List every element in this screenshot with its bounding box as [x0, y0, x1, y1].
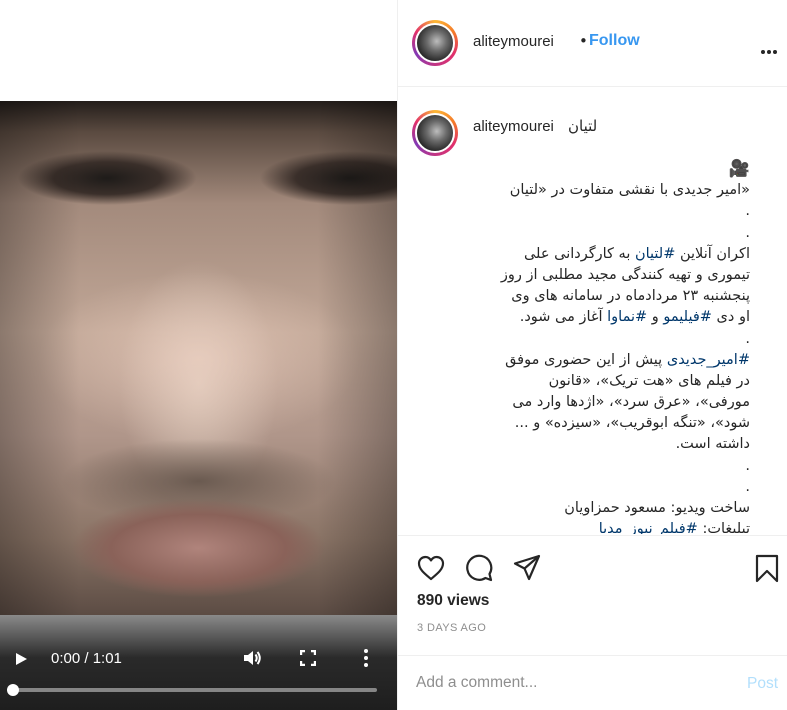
video-controls: 0:00 / 1:01	[0, 615, 397, 710]
caption-line: .	[745, 330, 750, 347]
caption-line: .	[745, 224, 750, 241]
header-separator: •	[579, 32, 588, 50]
video-progress-knob[interactable]	[7, 684, 19, 696]
caption-text-segment: پیش از این حضوری موفق	[505, 351, 667, 368]
actions-bar	[398, 535, 787, 595]
caption-text: 🎥 «امیر جدیدی با نقشی متفاوت در «لتیان.. ا…	[468, 159, 750, 534]
hashtag-link[interactable]: #فیلم_نیوز_مدیا	[599, 521, 698, 534]
caption-text-segment: او دی	[711, 309, 750, 326]
caption-line: شود»، «تنگه ابوقریب»، «سیزده» و ...	[514, 415, 750, 432]
more-vertical-icon[interactable]	[360, 648, 372, 668]
caption-line: .	[745, 457, 750, 474]
comment-input[interactable]	[416, 672, 716, 694]
caption-line: اکران آنلاین #لتیان به کارگردانی علی	[468, 244, 750, 265]
caption-title: لتیان	[568, 117, 598, 135]
caption-line: پنجشنبه ۲۳ مردادماه در سامانه های وی	[511, 288, 750, 305]
caption-text-segment: به کارگردانی علی	[523, 245, 635, 262]
video-time-display: 0:00 / 1:01	[51, 650, 122, 667]
caption-line: 🎥	[728, 159, 750, 179]
post-sidebar: aliteymourei • Follow aliteymourei لتیان…	[397, 0, 787, 710]
hashtag-link[interactable]: #نماوا	[607, 309, 647, 325]
video-progress-bar[interactable]	[7, 684, 377, 696]
share-icon[interactable]	[512, 553, 542, 583]
caption-line: #امیر_جدیدی پیش از این حضوری موفق	[468, 350, 750, 371]
avatar[interactable]	[412, 20, 458, 66]
caption-avatar[interactable]	[412, 110, 458, 156]
play-icon[interactable]	[14, 651, 28, 665]
avatar-image	[415, 23, 455, 63]
bookmark-icon[interactable]	[752, 553, 782, 583]
post-comment-button[interactable]: Post	[747, 675, 778, 693]
views-count[interactable]: 890 views	[417, 592, 489, 610]
caption-line: «امیر جدیدی با نقشی متفاوت در «لتیان	[509, 182, 750, 199]
hashtag-link[interactable]: #امیر_جدیدی	[667, 352, 750, 368]
caption-text-segment: اکران آنلاین	[675, 245, 750, 262]
caption-text-segment: آغاز می شود.	[519, 309, 608, 326]
video-frame[interactable]	[0, 101, 397, 615]
caption-line: مورفی»، «عرق سرد»، «اژدها وارد می	[512, 394, 750, 411]
caption-text-segment: و	[647, 309, 664, 326]
more-horizontal-icon[interactable]	[760, 40, 778, 54]
volume-icon[interactable]	[242, 648, 262, 668]
caption-avatar-image	[415, 113, 455, 153]
caption-line: .	[745, 478, 750, 495]
caption-line: ساخت ویدیو: مسعود حمزاویان	[564, 500, 750, 516]
caption-line: در فیلم های «هت تریک»، «قانون	[548, 372, 750, 389]
follow-button[interactable]: Follow	[589, 32, 640, 50]
caption-area: aliteymourei لتیان 🎥 «امیر جدیدی با نقشی …	[398, 88, 787, 534]
caption-line: .	[745, 203, 750, 220]
heart-icon[interactable]	[416, 553, 446, 583]
comment-icon[interactable]	[464, 553, 494, 583]
post-header: aliteymourei • Follow	[398, 0, 787, 87]
caption-username[interactable]: aliteymourei	[473, 118, 554, 135]
video-panel: 0:00 / 1:01	[0, 0, 397, 710]
fullscreen-icon[interactable]	[299, 649, 317, 667]
caption-line: او دی #فیلیمو و #نماوا آغاز می شود.	[468, 307, 750, 328]
hashtag-link[interactable]: #لتیان	[635, 246, 675, 262]
caption-line: داشته است.	[675, 436, 750, 453]
hashtag-link[interactable]: #فیلیمو	[663, 309, 712, 325]
caption-text-segment: تبلیغات:	[697, 521, 750, 534]
video-controls-row: 0:00 / 1:01	[0, 645, 397, 671]
caption-line: تیموری و تهیه کنندگی مجید مطلبی از روز	[500, 266, 750, 283]
header-username[interactable]: aliteymourei	[473, 33, 554, 50]
post-timestamp[interactable]: 3 DAYS AGO	[417, 622, 486, 634]
comment-box: Post	[398, 655, 787, 710]
caption-line: تبلیغات: #فیلم_نیوز_مدیا	[468, 519, 750, 534]
